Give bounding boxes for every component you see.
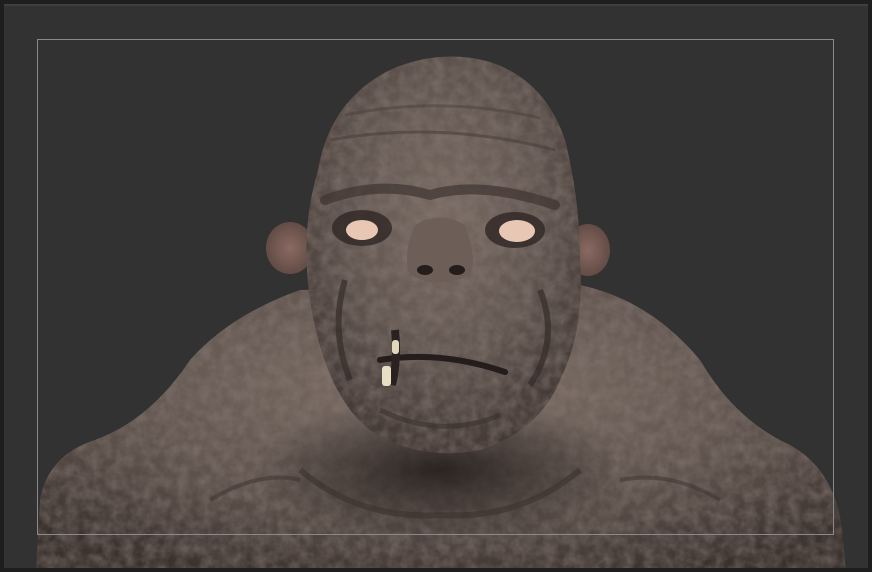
tooth-upper: [392, 340, 399, 354]
troll-sculpt-render: [36, 56, 846, 568]
left-eye: [346, 220, 378, 240]
right-eye: [499, 220, 535, 242]
app-window: [0, 0, 872, 572]
tooth-lower: [382, 366, 391, 386]
3d-viewport[interactable]: [4, 4, 868, 568]
